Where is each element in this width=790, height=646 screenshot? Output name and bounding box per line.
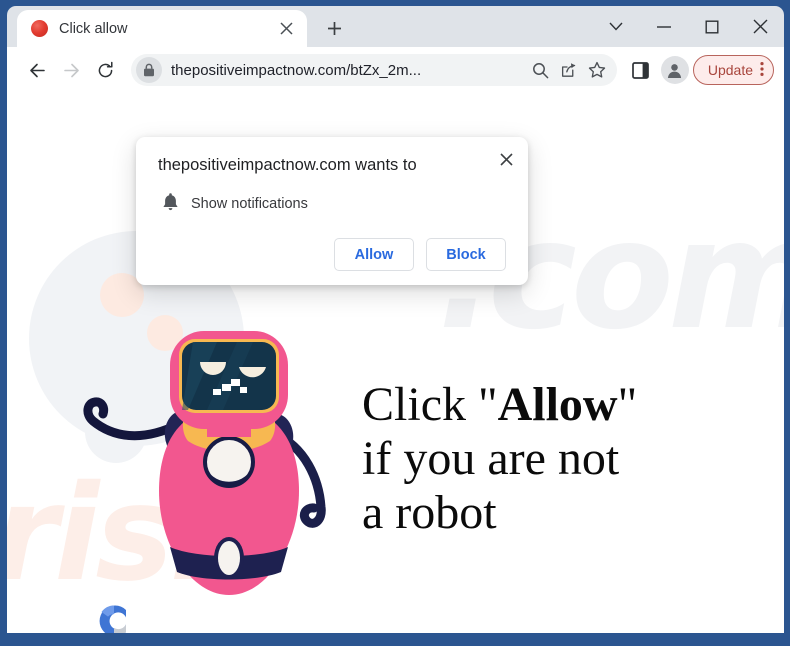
bookmark-star-icon[interactable] [583, 56, 611, 84]
dialog-permission-row: Show notifications [136, 176, 528, 216]
robot-mascot-illustration [83, 331, 326, 595]
back-arrow-icon[interactable] [21, 54, 53, 86]
page-headline: Click "Allow" if you are not a robot [362, 378, 712, 540]
dialog-title: thepositiveimpactnow.com wants to [158, 156, 417, 174]
browser-window: Click allow thepositiveimpactnow.com/btZ… [0, 0, 790, 646]
bell-icon [162, 192, 179, 216]
e-captcha-logo: E-CAPTCHA [79, 601, 149, 633]
address-bar-url[interactable]: thepositiveimpactnow.com/btZx_2m... [171, 62, 527, 79]
address-bar[interactable]: thepositiveimpactnow.com/btZx_2m... [131, 54, 617, 86]
tab-favicon-icon [31, 20, 48, 37]
captcha-c-icon [99, 605, 126, 633]
page-viewport: .com risk Click "Allow" if you are not a… [7, 93, 784, 633]
search-icon[interactable] [527, 56, 555, 84]
browser-toolbar: thepositiveimpactnow.com/btZx_2m... Upda… [7, 47, 784, 93]
headline-suffix: " [617, 378, 638, 431]
new-tab-button[interactable] [319, 13, 349, 43]
browser-tab[interactable]: Click allow [17, 10, 307, 47]
headline-prefix: Click " [362, 378, 498, 431]
update-button[interactable]: Update [692, 55, 774, 85]
notification-permission-dialog: thepositiveimpactnow.com wants to Show n… [136, 137, 528, 285]
window-close-icon[interactable] [736, 6, 784, 47]
update-button-label: Update [707, 62, 753, 78]
tab-close-icon[interactable] [275, 18, 297, 40]
block-button[interactable]: Block [426, 238, 506, 271]
dialog-actions: Allow Block [136, 216, 528, 273]
headline-line-3: a robot [362, 486, 497, 539]
headline-bold-allow: Allow [497, 378, 618, 431]
allow-button[interactable]: Allow [334, 238, 414, 271]
tab-title: Click allow [59, 20, 128, 37]
profile-avatar[interactable] [660, 56, 689, 84]
reload-icon[interactable] [89, 54, 121, 86]
forward-arrow-icon [55, 54, 87, 86]
toolbar-right-actions: Update [625, 54, 774, 86]
lock-icon[interactable] [136, 57, 162, 83]
dialog-close-icon[interactable] [492, 145, 520, 173]
tab-strip: Click allow [7, 6, 784, 47]
window-minimize-icon[interactable] [640, 6, 688, 47]
three-dot-menu-icon[interactable] [760, 61, 764, 80]
window-controls [592, 6, 784, 47]
tab-search-chevron-down-icon[interactable] [592, 6, 640, 47]
share-icon[interactable] [555, 56, 583, 84]
side-panel-icon[interactable] [625, 54, 657, 86]
headline-line-2: if you are not [362, 432, 620, 485]
window-maximize-icon[interactable] [688, 6, 736, 47]
dialog-permission-label: Show notifications [191, 196, 308, 212]
